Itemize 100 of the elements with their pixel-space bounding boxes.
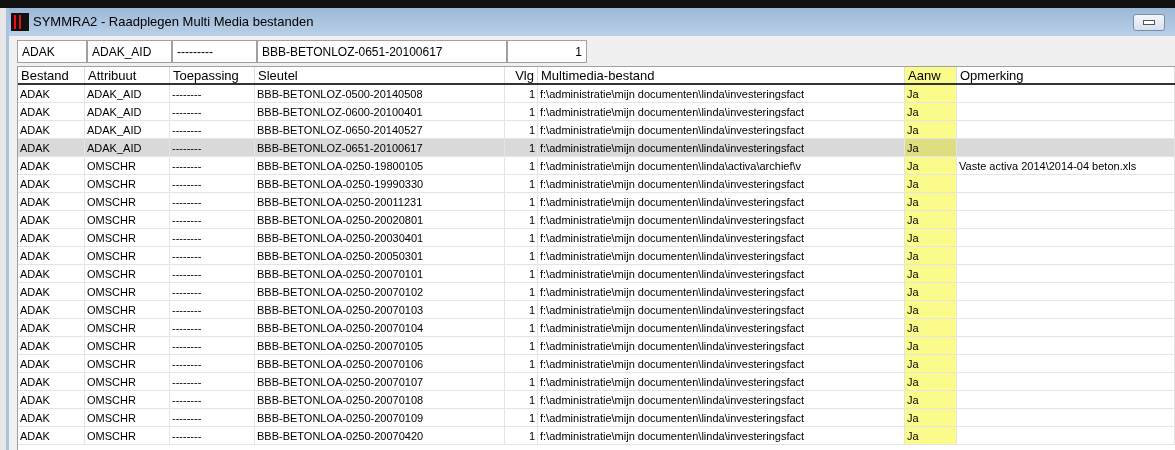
table-cell: Ja bbox=[907, 338, 919, 353]
table-cell: -------- bbox=[172, 158, 202, 173]
table-cell: OMSCHR bbox=[87, 374, 136, 389]
filter-field[interactable]: ADAK_AID bbox=[87, 40, 172, 63]
table-cell: ADAK bbox=[20, 392, 50, 407]
table-cell: -------- bbox=[172, 140, 202, 155]
table-cell: OMSCHR bbox=[87, 410, 136, 425]
table-cell: f:\administratie\mijn documenten\linda\investeringsfact bbox=[540, 266, 805, 281]
table-cell: f:\administratie\mijn documenten\linda\investeringsfact bbox=[540, 356, 805, 371]
column-header[interactable]: Aanw bbox=[905, 67, 957, 83]
table-cell: 1 bbox=[528, 194, 535, 209]
table-row[interactable]: ADAK OMSCHR -------- BBB-BETONLOA-0250-20070105 1 f:\administratie\mijn documenten\linda\investeringsfact Ja bbox=[18, 337, 1175, 355]
table-row[interactable]: ADAK ADAK_AID -------- BBB-BETONLOZ-0650-20140527 1 f:\administratie\mijn documenten\linda\investeringsfact Ja bbox=[18, 121, 1175, 139]
table-row[interactable]: ADAK OMSCHR -------- BBB-BETONLOA-0250-20070106 1 f:\administratie\mijn documenten\linda\investeringsfact Ja bbox=[18, 355, 1175, 373]
table-cell: 1 bbox=[528, 284, 535, 299]
table-row[interactable]: ADAK OMSCHR -------- BBB-BETONLOA-0250-19800105 1 f:\administratie\mijn documenten\linda\activa\archief\v Ja Vaste activa 2014\2014-04 beton.xls bbox=[18, 157, 1175, 175]
table-cell: ADAK bbox=[20, 266, 50, 281]
table-row[interactable]: ADAK ADAK_AID -------- BBB-BETONLOZ-0651-20100617 1 f:\administratie\mijn documenten\linda\investeringsfact Ja bbox=[18, 139, 1175, 157]
table-cell: Ja bbox=[907, 248, 919, 263]
table-cell: BBB-BETONLOA-0250-20011231 bbox=[257, 194, 423, 209]
filter-field[interactable]: 1 bbox=[507, 40, 587, 63]
table-cell: f:\administratie\mijn documenten\linda\investeringsfact bbox=[540, 176, 805, 191]
table-cell: f:\administratie\mijn documenten\linda\investeringsfact bbox=[540, 212, 805, 227]
table-cell: 1 bbox=[528, 410, 535, 425]
table-row[interactable]: ADAK ADAK_AID -------- BBB-BETONLOZ-0600-20100401 1 f:\administratie\mijn documenten\linda\investeringsfact Ja bbox=[18, 103, 1175, 121]
table-cell: ADAK bbox=[20, 284, 50, 299]
table-cell: BBB-BETONLOA-0250-20070108 bbox=[257, 392, 424, 407]
table-cell: ADAK bbox=[20, 104, 50, 119]
table-cell: ADAK bbox=[20, 122, 50, 137]
table-row[interactable]: ADAK OMSCHR -------- BBB-BETONLOA-0250-20011231 1 f:\administratie\mijn documenten\linda\investeringsfact Ja bbox=[18, 193, 1175, 211]
minimize-icon bbox=[1143, 19, 1155, 25]
table-cell: -------- bbox=[172, 356, 202, 371]
table-row[interactable]: ADAK OMSCHR -------- BBB-BETONLOA-0250-20070108 1 f:\administratie\mijn documenten\linda\investeringsfact Ja bbox=[18, 391, 1175, 409]
table-cell: ADAK_AID bbox=[87, 122, 142, 137]
table-row[interactable]: ADAK OMSCHR -------- BBB-BETONLOA-0250-20050301 1 f:\administratie\mijn documenten\linda\investeringsfact Ja bbox=[18, 247, 1175, 265]
table-row[interactable]: ADAK OMSCHR -------- BBB-BETONLOA-0250-20070101 1 f:\administratie\mijn documenten\linda\investeringsfact Ja bbox=[18, 265, 1175, 283]
column-header[interactable]: Sleutel bbox=[255, 67, 505, 83]
table-cell: Ja bbox=[907, 230, 919, 245]
table-cell: Ja bbox=[907, 122, 919, 137]
table-row[interactable]: ADAK OMSCHR -------- BBB-BETONLOA-0250-20020801 1 f:\administratie\mijn documenten\linda\investeringsfact Ja bbox=[18, 211, 1175, 229]
column-header[interactable]: Bestand bbox=[18, 67, 85, 83]
table-row[interactable]: ADAK OMSCHR -------- BBB-BETONLOA-0250-20070107 1 f:\administratie\mijn documenten\linda\investeringsfact Ja bbox=[18, 373, 1175, 391]
table-row[interactable]: ADAK OMSCHR -------- BBB-BETONLOA-0250-20070102 1 f:\administratie\mijn documenten\linda\investeringsfact Ja bbox=[18, 283, 1175, 301]
table-cell: OMSCHR bbox=[87, 248, 136, 263]
table-cell: ADAK bbox=[20, 194, 50, 209]
table-cell: ADAK bbox=[20, 86, 50, 101]
table-cell: ADAK bbox=[20, 212, 50, 227]
table-row[interactable]: ADAK OMSCHR -------- BBB-BETONLOA-0250-20070103 1 f:\administratie\mijn documenten\linda\investeringsfact Ja bbox=[18, 301, 1175, 319]
table-cell: OMSCHR bbox=[87, 320, 136, 335]
table-cell: ADAK_AID bbox=[87, 140, 142, 155]
table-cell: f:\administratie\mijn documenten\linda\investeringsfact bbox=[540, 122, 805, 137]
table-cell: 1 bbox=[528, 302, 535, 317]
table-cell: 1 bbox=[528, 338, 535, 353]
table-cell: 1 bbox=[528, 374, 535, 389]
table-cell: BBB-BETONLOA-0250-20070420 bbox=[257, 428, 424, 443]
table-cell: ADAK bbox=[20, 410, 50, 425]
column-header[interactable]: Opmerking bbox=[957, 67, 1175, 83]
table-cell: -------- bbox=[172, 104, 202, 119]
column-header[interactable]: Toepassing bbox=[170, 67, 255, 83]
table-cell: OMSCHR bbox=[87, 266, 136, 281]
table-cell: ADAK_AID bbox=[87, 104, 142, 119]
table-row[interactable]: ADAK OMSCHR -------- BBB-BETONLOA-0250-20030401 1 f:\administratie\mijn documenten\linda\investeringsfact Ja bbox=[18, 229, 1175, 247]
table-cell: BBB-BETONLOZ-0651-20100617 bbox=[257, 140, 423, 155]
table-cell: -------- bbox=[172, 320, 202, 335]
table-cell: OMSCHR bbox=[87, 194, 136, 209]
column-header[interactable]: Attribuut bbox=[85, 67, 170, 83]
table-cell: Ja bbox=[907, 374, 919, 389]
table-cell: ADAK bbox=[20, 230, 50, 245]
table-cell: -------- bbox=[172, 410, 202, 425]
table-cell: BBB-BETONLOZ-0600-20100401 bbox=[257, 104, 423, 119]
table-row[interactable]: ADAK ADAK_AID -------- BBB-BETONLOZ-0500-20140508 1 f:\administratie\mijn documenten\linda\investeringsfact Ja bbox=[18, 85, 1175, 103]
table-cell: OMSCHR bbox=[87, 284, 136, 299]
table-cell: Ja bbox=[907, 320, 919, 335]
table-cell: BBB-BETONLOA-0250-20050301 bbox=[257, 248, 424, 263]
table-cell: OMSCHR bbox=[87, 230, 136, 245]
table-cell: Ja bbox=[907, 104, 919, 119]
table-cell: 1 bbox=[528, 356, 535, 371]
table-cell: BBB-BETONLOA-0250-19800105 bbox=[257, 158, 424, 173]
table-cell: OMSCHR bbox=[87, 302, 136, 317]
column-header[interactable]: Vlg bbox=[505, 67, 538, 83]
table-cell: -------- bbox=[172, 212, 202, 227]
table-row[interactable]: ADAK OMSCHR -------- BBB-BETONLOA-0250-19990330 1 f:\administratie\mijn documenten\linda\investeringsfact Ja bbox=[18, 175, 1175, 193]
table-cell: -------- bbox=[172, 284, 202, 299]
table-row[interactable]: ADAK OMSCHR -------- BBB-BETONLOA-0250-20070104 1 f:\administratie\mijn documenten\linda\investeringsfact Ja bbox=[18, 319, 1175, 337]
table-cell: ADAK bbox=[20, 374, 50, 389]
filter-field[interactable]: --------- bbox=[172, 40, 257, 63]
table-cell: Ja bbox=[907, 428, 919, 443]
table-cell: f:\administratie\mijn documenten\linda\activa\archief\v bbox=[540, 158, 802, 173]
table-cell: ADAK bbox=[20, 248, 50, 263]
table-cell: BBB-BETONLOA-0250-20070103 bbox=[257, 302, 424, 317]
table-row[interactable]: ADAK OMSCHR -------- BBB-BETONLOA-0250-20070420 1 f:\administratie\mijn documenten\linda\investeringsfact Ja bbox=[18, 427, 1175, 445]
table-cell: Ja bbox=[907, 140, 919, 155]
table-cell: 1 bbox=[528, 140, 535, 155]
filter-field[interactable]: BBB-BETONLOZ-0651-20100617 bbox=[257, 40, 507, 63]
table-row[interactable]: ADAK OMSCHR -------- BBB-BETONLOA-0250-20070109 1 f:\administratie\mijn documenten\linda\investeringsfact Ja bbox=[18, 409, 1175, 427]
table-cell: BBB-BETONLOA-0250-20070107 bbox=[257, 374, 424, 389]
minimize-button[interactable] bbox=[1133, 13, 1165, 31]
filter-field[interactable]: ADAK bbox=[17, 40, 87, 63]
table-cell: 1 bbox=[528, 428, 535, 443]
table-cell: 1 bbox=[528, 248, 535, 263]
